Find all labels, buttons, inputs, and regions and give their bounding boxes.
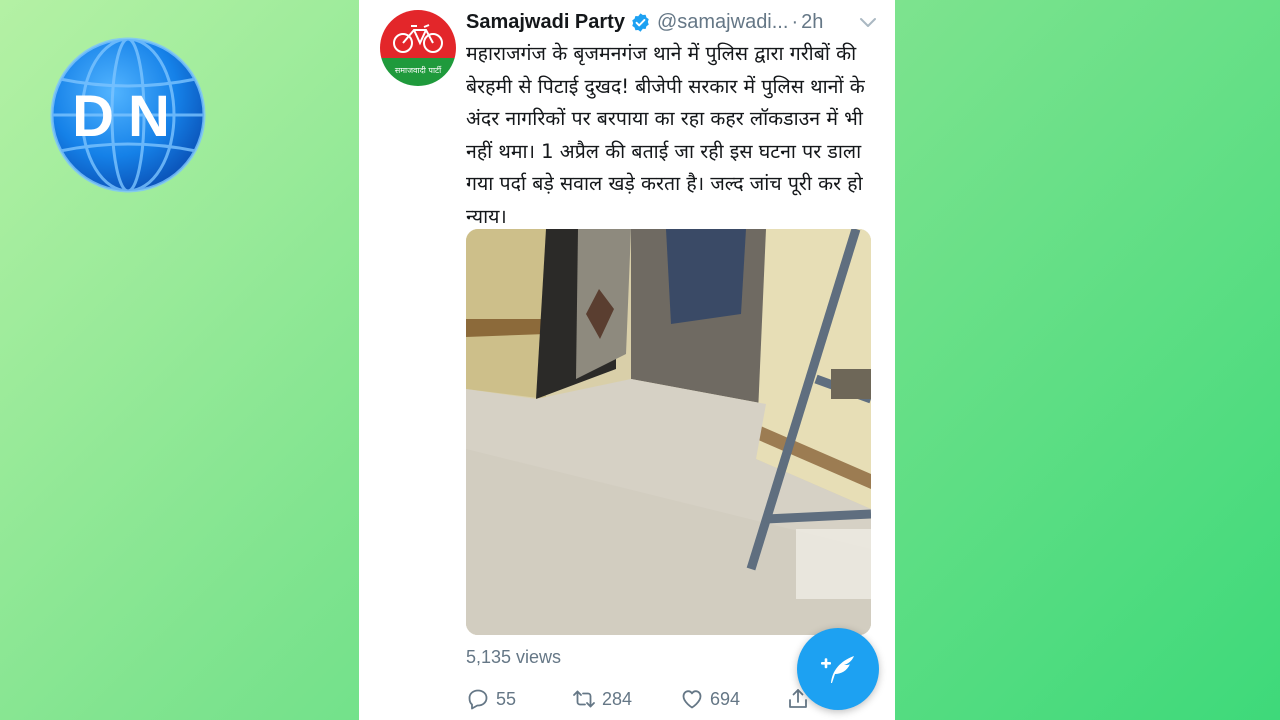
- tweet-time[interactable]: 2h: [801, 11, 823, 34]
- chevron-down-icon[interactable]: [858, 12, 878, 32]
- retweet-count: 284: [602, 688, 633, 709]
- tweet-text: महाराजगंज के बृजमनगंज थाने में पुलिस द्व…: [466, 42, 865, 228]
- like-count: 694: [710, 688, 741, 709]
- globe-icon: DN: [50, 37, 206, 193]
- tweet-card: समाजवादी पार्टी Samajwadi Party @samajwa…: [359, 0, 895, 720]
- like-button[interactable]: 694: [680, 684, 740, 714]
- compose-tweet-button[interactable]: [797, 628, 879, 710]
- retweet-button[interactable]: 284: [572, 684, 632, 714]
- time-separator: ·: [791, 10, 799, 33]
- dn-logo: DN: [50, 37, 206, 193]
- author-handle[interactable]: @samajwadi...: [657, 11, 788, 34]
- tweet-header: Samajwadi Party @samajwadi... · 2h: [466, 8, 878, 36]
- reply-button[interactable]: 55: [466, 684, 516, 714]
- reply-icon: [468, 689, 488, 710]
- compose-tweet-icon: [821, 656, 854, 683]
- view-count: 5,135 views: [466, 647, 562, 667]
- dn-logo-letters: DN: [72, 84, 184, 149]
- display-name[interactable]: Samajwadi Party: [466, 11, 625, 34]
- tweet-video[interactable]: [466, 229, 871, 635]
- avatar[interactable]: समाजवादी पार्टी: [380, 10, 456, 86]
- heart-icon: [682, 690, 702, 709]
- reply-count: 55: [496, 688, 517, 709]
- verified-badge-icon: [630, 12, 651, 33]
- retweet-icon: [573, 690, 595, 708]
- avatar-caption: समाजवादी पार्टी: [395, 65, 442, 75]
